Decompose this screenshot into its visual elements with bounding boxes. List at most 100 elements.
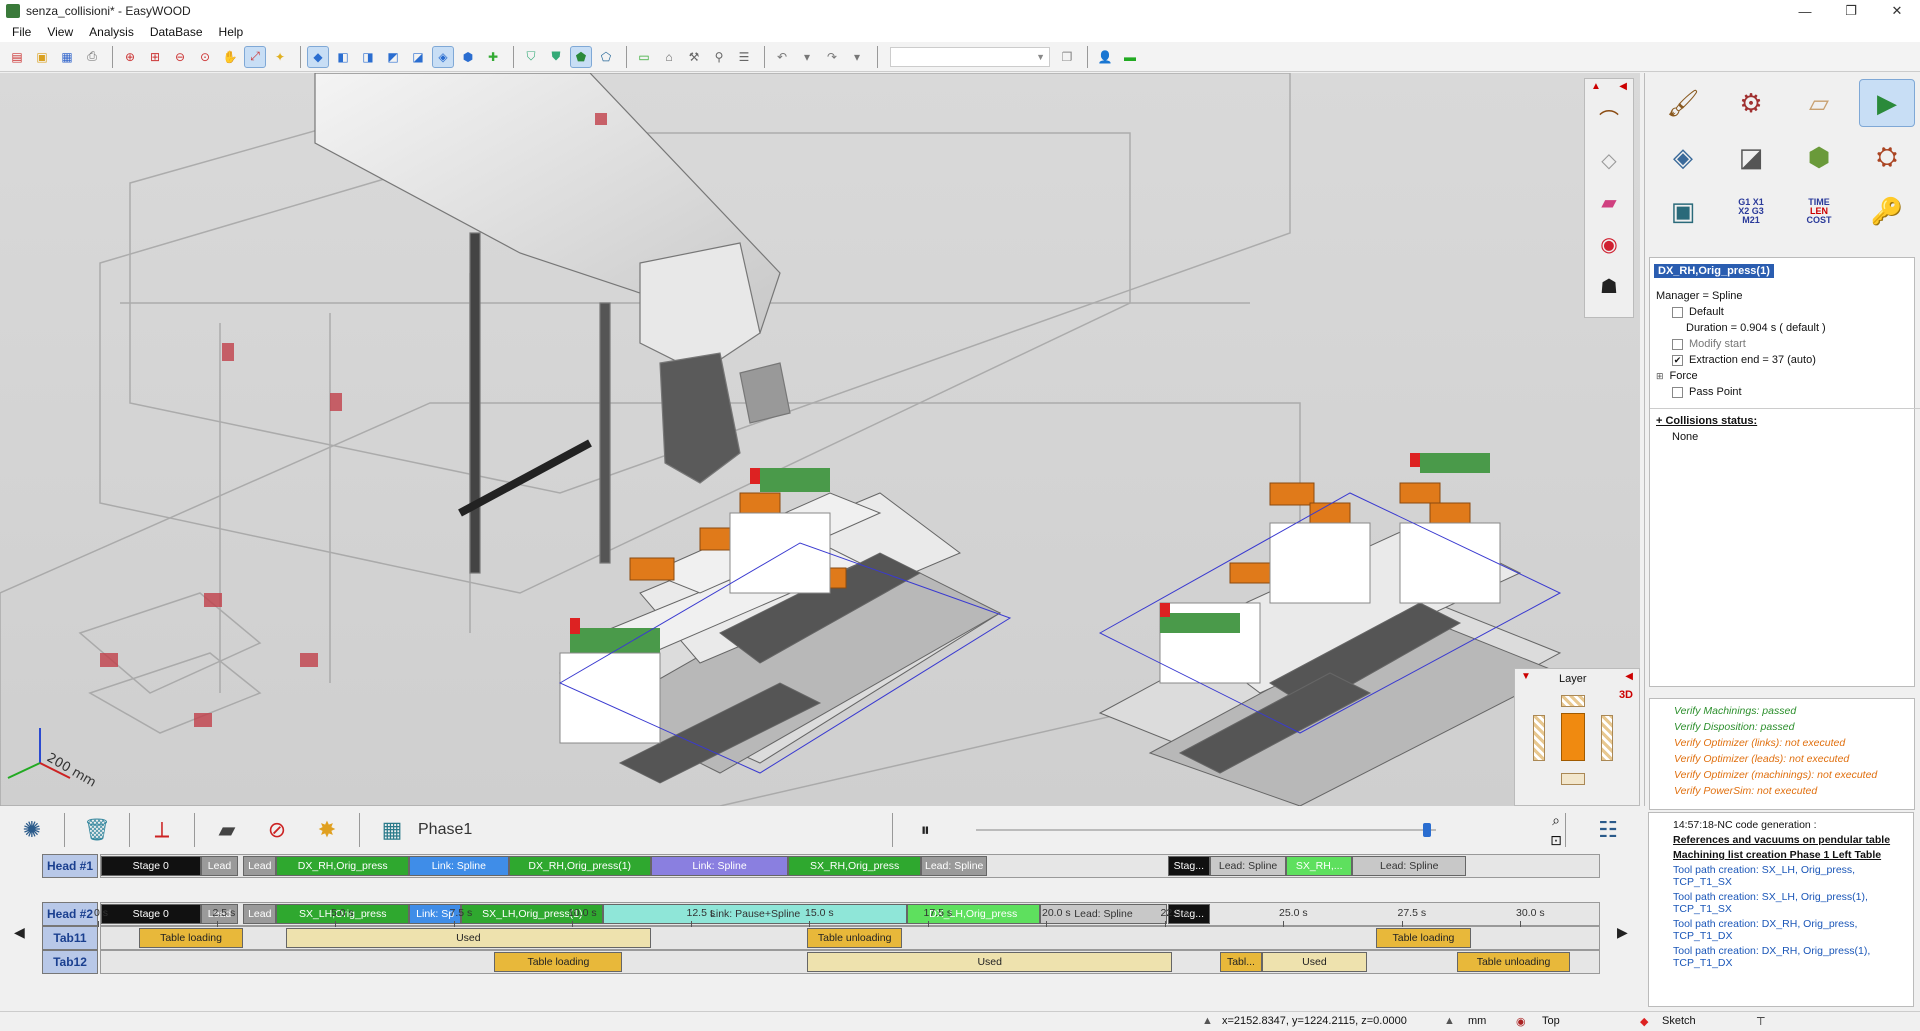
timeline-bar[interactable]: Table unloading (807, 928, 903, 948)
pan-icon[interactable]: ✋ (219, 46, 241, 68)
layer-left-swatch[interactable] (1533, 715, 1545, 761)
parts-icon[interactable]: ⬢ (1791, 133, 1847, 181)
minimize-button[interactable]: — (1782, 0, 1828, 22)
view-bottom-icon[interactable]: ◈ (432, 45, 454, 68)
shape-tool-icon[interactable]: ◇ (1591, 142, 1627, 178)
curve-tool-icon[interactable]: ⌒ (1591, 100, 1627, 136)
pin-icon[interactable]: ◀ (1625, 671, 1633, 682)
magnet-icon[interactable]: ⚲ (708, 46, 730, 68)
no-collision-icon[interactable]: ⊘ (259, 812, 295, 848)
log-entry[interactable]: Machining list creation Phase 1 Left Tab… (1649, 849, 1913, 861)
phase-icon[interactable]: ▦ (374, 812, 410, 848)
pin-icon[interactable]: ◀ (1619, 81, 1627, 92)
ruler-icon[interactable]: ⊤ (1756, 1015, 1766, 1028)
timeline-bar[interactable]: Stage 0 (101, 856, 201, 876)
close-button[interactable]: ✕ (1874, 0, 1920, 22)
view-rotate-icon[interactable]: ⬢ (457, 46, 479, 68)
new-icon[interactable]: ▤ (6, 46, 28, 68)
modify-start-checkbox[interactable] (1672, 338, 1683, 350)
shield-icon[interactable]: ⬟ (570, 45, 592, 68)
light-icon[interactable]: ✦ (269, 46, 291, 68)
zoom-all-icon[interactable]: ⊙ (194, 46, 216, 68)
shield2-icon[interactable]: ⬠ (595, 46, 617, 68)
timeline-bar[interactable]: DX_RH,Orig_press (276, 856, 410, 876)
view-3d-icon[interactable]: ◪ (407, 46, 429, 68)
timeline-bar[interactable]: Stag... (1167, 856, 1211, 876)
paint-tool-icon[interactable]: ▰ (1591, 184, 1627, 220)
profile-icon[interactable]: 👤 (1094, 46, 1116, 68)
timeline-bar[interactable]: Tabl... (1219, 952, 1263, 972)
log-panel[interactable]: 14:57:18-NC code generation : References… (1648, 812, 1914, 1007)
timeline-bar[interactable]: Table loading (138, 928, 244, 948)
copy-icon[interactable]: ❐ (1056, 46, 1078, 68)
screen-icon[interactable]: ▭ (633, 46, 655, 68)
spark-icon[interactable]: ✸ (309, 812, 345, 848)
scroll-left-icon[interactable]: ◀ (14, 924, 25, 941)
toolbar-combo[interactable]: ▼ (890, 46, 1050, 67)
mode-label[interactable]: Sketch (1662, 1015, 1696, 1027)
open-icon[interactable]: ▣ (31, 46, 53, 68)
menu-file[interactable]: File (4, 25, 39, 39)
timeline-bar[interactable]: Lead (200, 856, 239, 876)
timeline-bar[interactable]: Table unloading (1456, 952, 1571, 972)
timeline-bar[interactable]: SX_RH,Orig_press (788, 856, 922, 876)
machine-icon[interactable]: ⌂ (658, 46, 680, 68)
view-iso-icon[interactable]: ◆ (307, 45, 329, 68)
timeline-bar[interactable]: Link: Spline (409, 856, 509, 876)
maximize-button[interactable]: ❐ (1828, 0, 1874, 22)
machine-head-icon[interactable]: ▰ (209, 812, 245, 848)
log-entry[interactable]: Tool path creation: DX_RH, Orig_press(1)… (1649, 945, 1913, 969)
view-front-icon[interactable]: ◧ (332, 46, 354, 68)
timeline-bar[interactable]: Lead: Spline (921, 856, 988, 876)
layer-bottom-swatch[interactable] (1561, 773, 1585, 785)
pause-icon[interactable]: ⏸ (907, 812, 943, 848)
zoom-in-icon[interactable]: ⊕ (119, 46, 141, 68)
list-icon[interactable]: ☰ (733, 46, 755, 68)
stack-icon[interactable]: ☗ (1591, 268, 1627, 304)
layer-center-swatch[interactable] (1561, 713, 1585, 761)
time-cost-icon[interactable]: TIME LEN COST (1791, 187, 1847, 235)
view-top-icon[interactable]: ◩ (382, 46, 404, 68)
collisions-status-label[interactable]: + Collisions status: (1656, 413, 1914, 429)
redo-icon[interactable]: ↷ (821, 46, 843, 68)
menu-database[interactable]: DataBase (142, 25, 211, 39)
timeline-bar[interactable]: Table loading (1376, 928, 1471, 948)
zoom-out-icon[interactable]: ⊖ (169, 46, 191, 68)
collapse-icon[interactable]: ▼ (1521, 671, 1531, 682)
view-side-icon[interactable]: ◨ (357, 46, 379, 68)
timeline-bar[interactable]: Used (1262, 952, 1367, 972)
log-entry[interactable]: Tool path creation: SX_LH, Orig_press(1)… (1649, 891, 1913, 915)
log-entry[interactable]: References and vacuums on pendular table (1649, 834, 1913, 846)
axis-tool-icon[interactable]: ⟂ (144, 812, 180, 848)
filter1-icon[interactable]: ⛉ (520, 46, 542, 68)
zoom-window-icon[interactable]: ⊞ (144, 46, 166, 68)
pass-point-checkbox[interactable] (1672, 386, 1683, 398)
row-label[interactable]: Head #1 (42, 854, 98, 878)
timeline-bar[interactable]: Lead (243, 856, 277, 876)
menu-help[interactable]: Help (211, 25, 252, 39)
log-entry[interactable]: Tool path creation: DX_RH, Orig_press, T… (1649, 918, 1913, 942)
block-icon[interactable]: ▣ (1655, 187, 1711, 235)
view-label[interactable]: Top (1542, 1015, 1560, 1027)
slider-knob[interactable] (1422, 823, 1431, 837)
brush-icon[interactable]: 🖌 (1655, 79, 1711, 127)
3d-viewport[interactable]: 200 mm ▲ ◀ ⌒ ◇ ▰ ◉ ☗ ▼ Layer ◀ 3D (0, 73, 1640, 806)
selected-item-header[interactable]: DX_RH,Orig_press(1) (1654, 264, 1774, 278)
redo-dropdown-icon[interactable]: ▾ (846, 46, 868, 68)
layer-top-swatch[interactable] (1561, 695, 1585, 707)
collapse-icon[interactable]: ▲ (1591, 81, 1601, 92)
record-icon[interactable]: ◉ (1591, 226, 1627, 262)
selected-stage-icon[interactable]: ▶ (1859, 79, 1915, 127)
expand-icon[interactable]: ⊞ (1656, 371, 1664, 381)
timeline-bar[interactable]: Link: Spline (650, 856, 789, 876)
gear-block-icon[interactable]: ⛭ (1859, 133, 1915, 181)
machine-tool-icon[interactable]: ⚙ (1723, 79, 1779, 127)
print-icon[interactable]: ⎙ (81, 46, 103, 68)
log-entry[interactable]: Tool path creation: SX_LH, Orig_press, T… (1649, 864, 1913, 888)
row-label[interactable]: Head #2 (42, 902, 98, 926)
menu-analysis[interactable]: Analysis (81, 25, 142, 39)
measure-icon[interactable]: ⤢ (244, 45, 266, 68)
timeline-bar[interactable]: DX_RH,Orig_press(1) (508, 856, 651, 876)
undo-dropdown-icon[interactable]: ▾ (796, 46, 818, 68)
head-icon[interactable]: ◈ (1655, 133, 1711, 181)
